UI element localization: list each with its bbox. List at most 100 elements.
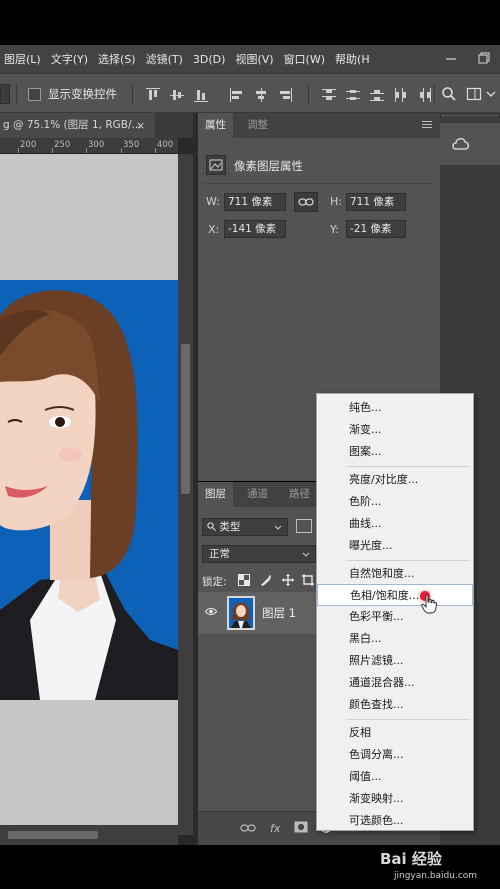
menu-item-gradient[interactable]: 渐变...: [317, 419, 473, 441]
lock-transparent-pixels-icon[interactable]: [238, 574, 250, 586]
lock-label: 锁定:: [202, 576, 227, 588]
tab-properties[interactable]: 属性: [198, 113, 233, 138]
align-left-icon[interactable]: [230, 88, 244, 102]
x-field[interactable]: -141 像素: [224, 220, 286, 238]
eye-icon[interactable]: [205, 607, 217, 616]
distribute-left-icon[interactable]: [394, 88, 408, 102]
width-field[interactable]: 711 像素: [224, 193, 286, 211]
menu-item-posterize[interactable]: 色调分离...: [317, 744, 473, 766]
align-horizontal-center-icon[interactable]: [254, 88, 268, 102]
horizontal-scroll-thumb[interactable]: [8, 831, 98, 839]
show-transform-checkbox[interactable]: [28, 88, 41, 101]
link-layers-icon[interactable]: [240, 823, 256, 833]
properties-tab-bar: 属性 调整: [198, 113, 440, 138]
menu-item-vibrance[interactable]: 自然饱和度...: [317, 563, 473, 585]
menu-3d[interactable]: 3D(D): [193, 53, 226, 66]
options-separator: [132, 84, 133, 104]
lock-image-pixels-icon[interactable]: [260, 574, 272, 586]
workspace-icon[interactable]: [466, 86, 482, 102]
ruler-label: 250: [54, 140, 71, 150]
add-mask-icon[interactable]: [294, 821, 308, 833]
menu-item-black-white[interactable]: 黑白...: [317, 628, 473, 650]
minimize-icon[interactable]: [443, 50, 459, 66]
ruler-label: 200: [20, 140, 37, 150]
options-separator: [434, 84, 435, 104]
search-icon[interactable]: [441, 86, 457, 102]
chevron-down-icon: [302, 552, 310, 557]
options-separator: [16, 84, 17, 104]
link-dimensions-icon[interactable]: [294, 192, 318, 212]
layer-thumbnail: [227, 596, 255, 630]
layer-name[interactable]: 图层 1: [262, 605, 296, 621]
vertical-scroll-thumb[interactable]: [181, 344, 190, 494]
image-filter-icon[interactable]: [296, 519, 312, 533]
distribute-vertical-center-icon[interactable]: [346, 88, 360, 102]
menu-item-curves[interactable]: 曲线...: [317, 513, 473, 535]
distribute-right-icon[interactable]: [418, 88, 432, 102]
menu-item-color-balance[interactable]: 色彩平衡...: [317, 606, 473, 628]
menu-view[interactable]: 视图(V): [235, 51, 273, 67]
lock-artboard-icon[interactable]: [302, 574, 314, 586]
tab-adjustments[interactable]: 调整: [240, 113, 275, 138]
align-top-icon[interactable]: [146, 88, 160, 102]
menu-item-channel-mixer[interactable]: 通道混合器...: [317, 672, 473, 694]
menu-item-hue-saturation[interactable]: 色相/饱和度...: [317, 584, 473, 606]
options-separator: [308, 84, 309, 104]
layer-filter-select[interactable]: 类型: [202, 518, 288, 536]
layer-filter-label: 类型: [219, 521, 241, 533]
menu-item-exposure[interactable]: 曝光度...: [317, 535, 473, 557]
menu-select[interactable]: 选择(S): [98, 51, 136, 67]
canvas[interactable]: [0, 154, 178, 835]
portrait-photo: [0, 280, 178, 700]
align-vertical-center-icon[interactable]: [170, 88, 184, 102]
top-black-band: [0, 0, 500, 45]
tab-paths[interactable]: 路径: [282, 482, 317, 507]
chevron-down-icon[interactable]: [486, 90, 496, 98]
y-field[interactable]: -21 像素: [346, 220, 406, 238]
restore-window-icon[interactable]: [476, 50, 492, 66]
menu-help[interactable]: 帮助(H: [335, 51, 370, 67]
menu-item-invert[interactable]: 反相: [317, 722, 473, 744]
align-bottom-icon[interactable]: [194, 88, 208, 102]
blend-mode-select[interactable]: 正常: [202, 545, 316, 563]
menu-type[interactable]: 文字(Y): [51, 51, 88, 67]
panel-menu-icon[interactable]: [422, 121, 432, 130]
menu-item-color-lookup[interactable]: 颜色查找...: [317, 694, 473, 716]
distribute-bottom-icon[interactable]: [370, 88, 384, 102]
close-tab-icon[interactable]: ×: [136, 113, 145, 138]
y-label: Y:: [330, 223, 339, 236]
lock-position-icon[interactable]: [282, 574, 294, 586]
show-transform-label: 显示变换控件: [48, 87, 117, 101]
menu-window[interactable]: 窗口(W): [284, 51, 325, 67]
menu-item-solid-color[interactable]: 纯色...: [317, 397, 473, 419]
search-icon: [207, 522, 216, 531]
align-right-icon[interactable]: [278, 88, 292, 102]
panel-grip[interactable]: [442, 115, 498, 119]
ruler-label: 300: [88, 140, 105, 150]
document-tab[interactable]: g @ 75.1% (图层 1, RGB/... ×: [0, 113, 155, 138]
menu-item-levels[interactable]: 色阶...: [317, 491, 473, 513]
menu-item-brightness-contrast[interactable]: 亮度/对比度...: [317, 469, 473, 491]
menu-item-gradient-map[interactable]: 渐变映射...: [317, 788, 473, 810]
menu-item-selective-color[interactable]: 可选颜色...: [317, 810, 473, 832]
distribute-top-icon[interactable]: [322, 88, 336, 102]
menu-filter[interactable]: 滤镜(T): [146, 51, 183, 67]
libraries-panel-button[interactable]: [440, 123, 500, 165]
height-field[interactable]: 711 像素: [346, 193, 406, 211]
layer-style-button[interactable]: fx: [270, 822, 280, 835]
pixel-layer-icon: [206, 155, 226, 175]
horizontal-scrollbar[interactable]: [0, 825, 178, 845]
vertical-scrollbar[interactable]: [178, 154, 193, 835]
menu-item-threshold[interactable]: 阈值...: [317, 766, 473, 788]
tab-channels[interactable]: 通道: [240, 482, 275, 507]
tab-layers[interactable]: 图层: [198, 482, 233, 507]
menu-item-pattern[interactable]: 图案...: [317, 441, 473, 463]
watermark-brand: Bai 经验: [380, 850, 442, 868]
ruler-label: 350: [123, 140, 140, 150]
menu-layer[interactable]: 图层(L): [4, 51, 41, 67]
chevron-down-icon: [274, 525, 282, 530]
menu-separator: [347, 719, 469, 720]
menu-item-photo-filter[interactable]: 照片滤镜...: [317, 650, 473, 672]
portrait-image: [0, 280, 178, 700]
tool-preset-dropdown[interactable]: [0, 84, 10, 104]
